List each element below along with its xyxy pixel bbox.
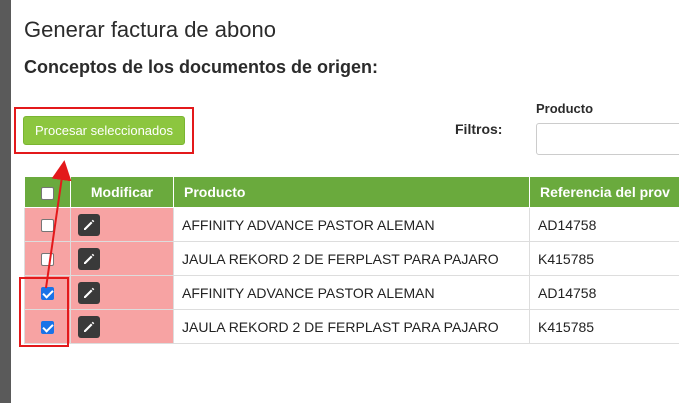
row-checkbox[interactable] (41, 253, 54, 267)
referencia-cell: AD14758 (529, 275, 679, 310)
row-select-cell[interactable] (24, 275, 71, 310)
dialog-title: Generar factura de abono (24, 17, 276, 42)
concepts-table: Modificar Producto Referencia del prov A… (24, 176, 679, 344)
pencil-icon (84, 253, 95, 264)
edit-button[interactable] (78, 247, 100, 270)
row-select-cell[interactable] (24, 241, 71, 276)
row-checkbox[interactable] (41, 321, 54, 335)
table-header-row: Modificar Producto Referencia del prov (24, 176, 679, 208)
modal-backdrop (0, 0, 11, 403)
producto-cell: AFFINITY ADVANCE PASTOR ALEMAN (173, 275, 530, 310)
table-row[interactable]: AFFINITY ADVANCE PASTOR ALEMAN AD14758 (24, 275, 679, 310)
table-row[interactable]: JAULA REKORD 2 DE FERPLAST PARA PAJARO K… (24, 241, 679, 276)
modificar-header[interactable]: Modificar (70, 176, 174, 208)
producto-cell: AFFINITY ADVANCE PASTOR ALEMAN (173, 207, 530, 242)
referencia-cell: K415785 (529, 241, 679, 276)
pencil-icon (84, 287, 95, 298)
edit-button[interactable] (78, 213, 100, 236)
dialog-subtitle: Conceptos de los documentos de origen: (24, 57, 379, 77)
select-all-header (24, 176, 71, 208)
row-modify-cell (70, 241, 174, 276)
referencia-header[interactable]: Referencia del prov (529, 176, 679, 208)
referencia-cell: AD14758 (529, 207, 679, 242)
referencia-cell: K415785 (529, 309, 679, 344)
filters-label: Filtros: (455, 121, 503, 137)
row-select-cell[interactable] (24, 207, 71, 242)
row-select-cell[interactable] (24, 309, 71, 344)
pencil-icon (84, 321, 95, 332)
row-checkbox[interactable] (41, 287, 54, 301)
producto-header[interactable]: Producto (173, 176, 530, 208)
pencil-icon (84, 219, 95, 230)
row-modify-cell (70, 207, 174, 242)
row-modify-cell (70, 275, 174, 310)
credit-note-dialog: Generar factura de abono Conceptos de lo… (11, 0, 679, 403)
process-selected-button[interactable]: Procesar seleccionados (23, 116, 185, 145)
table-row[interactable]: AFFINITY ADVANCE PASTOR ALEMAN AD14758 (24, 207, 679, 242)
edit-button[interactable] (78, 281, 100, 304)
edit-button[interactable] (78, 315, 100, 338)
select-all-checkbox[interactable] (41, 186, 54, 200)
producto-filter-input[interactable] (536, 123, 679, 155)
producto-filter-label: Producto (536, 101, 594, 116)
producto-cell: JAULA REKORD 2 DE FERPLAST PARA PAJARO (173, 241, 530, 276)
table-row[interactable]: JAULA REKORD 2 DE FERPLAST PARA PAJARO K… (24, 309, 679, 344)
producto-cell: JAULA REKORD 2 DE FERPLAST PARA PAJARO (173, 309, 530, 344)
row-modify-cell (70, 309, 174, 344)
row-checkbox[interactable] (41, 219, 54, 233)
